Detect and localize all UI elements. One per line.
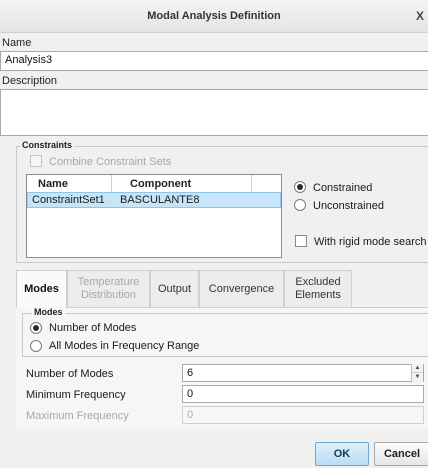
- spin-up-icon[interactable]: ▲: [412, 364, 423, 373]
- frequency-range-radio[interactable]: [30, 340, 42, 352]
- number-of-modes-label: Number of Modes: [26, 368, 114, 380]
- combine-constraint-sets-checkbox[interactable]: [30, 155, 42, 167]
- unconstrained-label: Unconstrained: [313, 200, 384, 212]
- constrained-radio[interactable]: [294, 181, 306, 193]
- tab-temperature-distribution[interactable]: Temperature Distribution: [67, 270, 150, 308]
- tab-excluded-elements[interactable]: Excluded Elements: [284, 270, 352, 308]
- column-divider: [111, 175, 112, 192]
- frequency-range-option-label: All Modes in Frequency Range: [49, 340, 200, 352]
- name-input[interactable]: Analysis3: [0, 51, 428, 71]
- combine-constraint-sets-label: Combine Constraint Sets: [49, 156, 172, 168]
- maximum-frequency-input[interactable]: 0: [182, 406, 424, 424]
- close-icon[interactable]: X: [416, 9, 424, 23]
- unconstrained-radio[interactable]: [294, 199, 306, 211]
- table-cell-component: BASCULANTE8: [120, 194, 200, 206]
- number-of-modes-input[interactable]: 6 ▲ ▼: [182, 364, 424, 382]
- table-header-name[interactable]: Name: [38, 178, 68, 190]
- minimum-frequency-input[interactable]: 0: [182, 385, 424, 403]
- description-textarea[interactable]: [0, 89, 428, 136]
- number-of-modes-option-label: Number of Modes: [49, 322, 137, 334]
- constraint-sets-table[interactable]: Name Component ConstraintSet1 BASCULANTE…: [26, 174, 282, 258]
- rigid-mode-search-checkbox[interactable]: [295, 235, 307, 247]
- rigid-mode-search-label: With rigid mode search: [314, 236, 427, 248]
- title-bar: Modal Analysis Definition X: [0, 0, 428, 33]
- number-of-modes-radio[interactable]: [30, 322, 42, 334]
- maximum-frequency-label: Maximum Frequency: [26, 410, 129, 422]
- tab-modes[interactable]: Modes: [16, 270, 67, 308]
- table-cell-name: ConstraintSet1: [32, 194, 105, 206]
- tab-output[interactable]: Output: [150, 270, 199, 308]
- table-row[interactable]: ConstraintSet1 BASCULANTE8: [27, 192, 281, 208]
- constrained-label: Constrained: [313, 182, 373, 194]
- tab-convergence[interactable]: Convergence: [199, 270, 284, 308]
- column-divider: [251, 175, 252, 192]
- minimum-frequency-label: Minimum Frequency: [26, 389, 126, 401]
- window-title: Modal Analysis Definition: [147, 10, 281, 22]
- spin-down-icon[interactable]: ▼: [412, 373, 423, 382]
- table-header-component[interactable]: Component: [130, 178, 191, 190]
- description-label: Description: [2, 75, 58, 87]
- constraints-group-title: Constraints: [20, 140, 75, 150]
- name-label: Name: [2, 37, 32, 49]
- number-of-modes-value: 6: [187, 367, 194, 379]
- cancel-button[interactable]: Cancel: [374, 442, 428, 466]
- modes-group-title: Modes: [32, 307, 65, 317]
- number-of-modes-spinner[interactable]: ▲ ▼: [411, 364, 423, 382]
- ok-button[interactable]: OK: [315, 442, 369, 466]
